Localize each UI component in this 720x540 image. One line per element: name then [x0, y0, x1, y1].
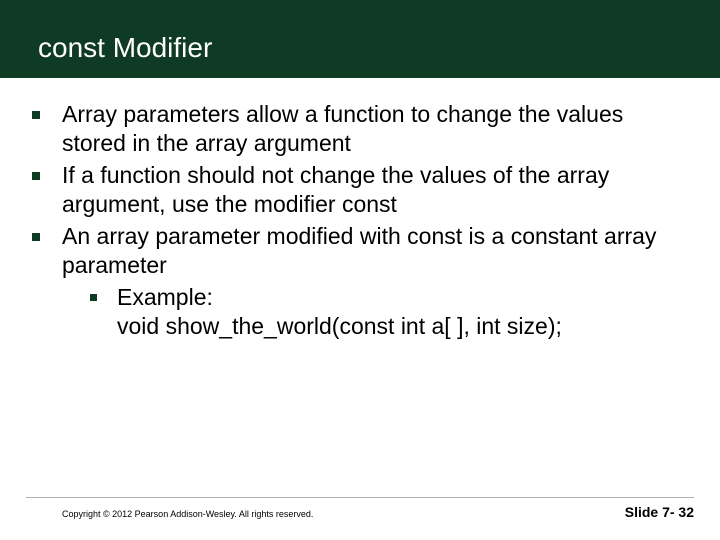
list-item: If a function should not change the valu…	[28, 161, 692, 220]
list-item: Array parameters allow a function to cha…	[28, 100, 692, 159]
slide-header: const Modifier	[0, 0, 720, 78]
example-code: void show_the_world(const int a[ ], int …	[117, 313, 562, 339]
square-bullet-icon	[32, 233, 40, 241]
slide-footer: Copyright © 2012 Pearson Addison-Wesley.…	[0, 497, 720, 520]
slide-body: Array parameters allow a function to cha…	[0, 78, 720, 342]
bullet-text: Array parameters allow a function to cha…	[62, 100, 692, 159]
square-bullet-icon	[32, 111, 40, 119]
slide-title: const Modifier	[38, 32, 212, 64]
bullet-list: Array parameters allow a function to cha…	[28, 100, 692, 281]
sub-bullet-list: Example: void show_the_world(const int a…	[90, 283, 692, 342]
list-item: An array parameter modified with const i…	[28, 222, 692, 281]
example-label: Example:	[117, 284, 213, 310]
bullet-text: If a function should not change the valu…	[62, 161, 692, 220]
square-bullet-icon	[90, 294, 97, 301]
bullet-text: An array parameter modified with const i…	[62, 222, 692, 281]
list-item: Example: void show_the_world(const int a…	[90, 283, 692, 342]
copyright-text: Copyright © 2012 Pearson Addison-Wesley.…	[62, 509, 313, 519]
footer-line: Copyright © 2012 Pearson Addison-Wesley.…	[26, 497, 694, 520]
square-bullet-icon	[32, 172, 40, 180]
slide-number: Slide 7- 32	[625, 504, 694, 520]
sub-bullet-text: Example: void show_the_world(const int a…	[117, 283, 562, 342]
